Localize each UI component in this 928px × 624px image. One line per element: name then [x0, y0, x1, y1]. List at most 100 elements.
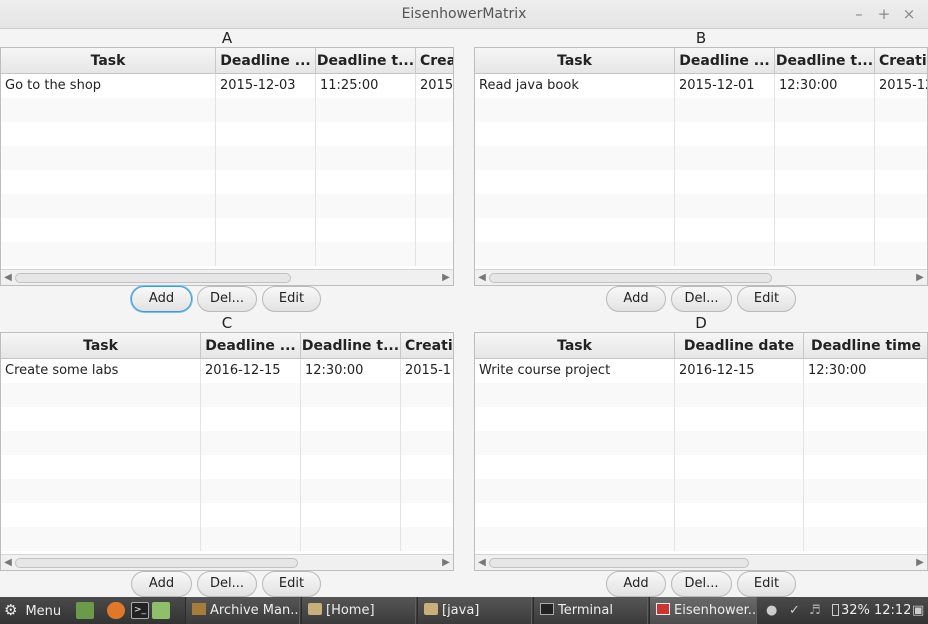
scroll-left-icon[interactable]: ◀ — [475, 555, 489, 570]
table-row-empty — [475, 194, 927, 218]
taskbar-window-home[interactable]: [Home] — [301, 597, 416, 624]
scroll-right-icon[interactable]: ▶ — [913, 555, 927, 570]
table-row-empty — [1, 122, 453, 146]
cell-creation: 2015-1 — [401, 359, 453, 383]
delete-button[interactable]: Del... — [671, 571, 732, 597]
scroll-right-icon[interactable]: ▶ — [913, 270, 927, 285]
table-row[interactable]: Write course project 2016-12-15 12:30:00 — [475, 359, 927, 383]
network-icon[interactable]: ✓ — [789, 597, 805, 624]
column-header-deadline-time[interactable]: Deadline t... — [775, 48, 875, 74]
table-row[interactable]: Go to the shop 2015-12-03 11:25:00 2015 — [1, 74, 453, 98]
scrollbar-thumb[interactable] — [489, 273, 772, 283]
column-header-creation[interactable]: Crea — [416, 48, 453, 74]
horizontal-scrollbar[interactable]: ◀ ▶ — [475, 269, 927, 285]
cell-task: Write course project — [475, 359, 675, 383]
column-header-deadline-time[interactable]: Deadline t... — [301, 333, 401, 359]
user-icon[interactable]: ● — [766, 597, 782, 624]
taskbar-window-archive-manager[interactable]: Archive Man... — [185, 597, 300, 624]
table-row-empty — [475, 479, 927, 503]
column-header-task[interactable]: Task — [475, 48, 675, 74]
scroll-left-icon[interactable]: ◀ — [475, 270, 489, 285]
table-body: Read java book 2015-12-01 12:30:00 2015-… — [475, 74, 927, 266]
column-header-deadline-time[interactable]: Deadline t... — [316, 48, 416, 74]
table-row-empty — [1, 194, 453, 218]
workspace-icon[interactable]: ▣ — [912, 597, 926, 624]
scrollbar-thumb[interactable] — [15, 273, 291, 283]
scroll-left-icon[interactable]: ◀ — [1, 555, 15, 570]
cell-task: Read java book — [475, 74, 675, 98]
taskbar-window-terminal[interactable]: Terminal — [533, 597, 648, 624]
table-row-empty — [1, 242, 453, 266]
table-row-empty — [1, 407, 453, 431]
cell-creation: 2015 — [416, 74, 453, 98]
cell-deadline-date: 2016-12-15 — [675, 359, 804, 383]
terminal-launcher-icon[interactable]: >_ — [131, 602, 149, 619]
minimize-button[interactable]: – — [850, 4, 868, 24]
column-header-creation[interactable]: Creatio — [401, 333, 453, 359]
add-button[interactable]: Add — [131, 571, 192, 597]
quadrant-c-table[interactable]: Task Deadline ... Deadline t... Creatio … — [0, 332, 454, 571]
delete-button[interactable]: Del... — [197, 286, 257, 312]
table-row[interactable]: Read java book 2015-12-01 12:30:00 2015-… — [475, 74, 927, 98]
scroll-left-icon[interactable]: ◀ — [1, 270, 15, 285]
add-button[interactable]: Add — [131, 286, 192, 312]
table-row-empty — [475, 503, 927, 527]
edit-button[interactable]: Edit — [262, 286, 321, 312]
edit-button[interactable]: Edit — [737, 571, 796, 597]
column-header-task[interactable]: Task — [475, 333, 675, 359]
horizontal-scrollbar[interactable]: ◀ ▶ — [1, 554, 453, 570]
add-button[interactable]: Add — [606, 571, 666, 597]
terminal-icon — [540, 603, 554, 615]
column-header-deadline-date[interactable]: Deadline ... — [675, 48, 775, 74]
folder-icon — [308, 603, 322, 615]
quadrant-d-table[interactable]: Task Deadline date Deadline time Write c… — [474, 332, 928, 571]
quadrant-b-label: B — [695, 29, 707, 47]
cell-deadline-time: 12:30:00 — [804, 359, 927, 383]
close-button[interactable]: × — [900, 4, 918, 24]
table-row-empty — [475, 383, 927, 407]
table-row-empty — [475, 218, 927, 242]
show-desktop-icon[interactable] — [76, 602, 94, 619]
table-row-empty — [475, 242, 927, 266]
cell-task: Create some labs — [1, 359, 201, 383]
scrollbar-thumb[interactable] — [489, 558, 749, 568]
add-button[interactable]: Add — [606, 286, 666, 312]
column-header-deadline-date[interactable]: Deadline ... — [216, 48, 316, 74]
volume-icon[interactable]: ♬ — [809, 597, 825, 624]
delete-button[interactable]: Del... — [197, 571, 257, 597]
cell-deadline-date: 2015-12-03 — [216, 74, 316, 98]
files-launcher-icon[interactable] — [152, 602, 170, 619]
quadrant-a-label: A — [221, 29, 233, 47]
delete-button[interactable]: Del... — [671, 286, 732, 312]
column-header-task[interactable]: Task — [1, 48, 216, 74]
scroll-right-icon[interactable]: ▶ — [439, 555, 453, 570]
cell-deadline-date: 2016-12-15 — [201, 359, 301, 383]
clock[interactable]: 12:12 — [874, 597, 910, 624]
maximize-button[interactable]: + — [875, 4, 893, 24]
column-header-creation[interactable]: Creatic — [875, 48, 927, 74]
quadrant-a-table[interactable]: Task Deadline ... Deadline t... Crea Go … — [0, 47, 454, 286]
java-app-icon — [656, 603, 670, 615]
firefox-icon[interactable] — [107, 602, 125, 619]
start-menu-button[interactable]: ⚙ Menu — [4, 597, 68, 624]
edit-button[interactable]: Edit — [737, 286, 796, 312]
table-header: Task Deadline ... Deadline t... Crea — [1, 48, 453, 74]
edit-button[interactable]: Edit — [262, 571, 321, 597]
column-header-deadline-date[interactable]: Deadline date — [675, 333, 804, 359]
battery-indicator[interactable]: 32% — [832, 597, 872, 624]
horizontal-scrollbar[interactable]: ◀ ▶ — [475, 554, 927, 570]
table-body: Write course project 2016-12-15 12:30:00 — [475, 359, 927, 551]
scrollbar-thumb[interactable] — [15, 558, 298, 568]
scroll-right-icon[interactable]: ▶ — [439, 270, 453, 285]
cell-deadline-time: 11:25:00 — [316, 74, 416, 98]
column-header-task[interactable]: Task — [1, 333, 201, 359]
window-titlebar: EisenhowerMatrix – + × — [0, 0, 928, 29]
taskbar: ⚙ Menu >_ Archive Man... [Home] [java] Te… — [0, 597, 928, 624]
horizontal-scrollbar[interactable]: ◀ ▶ — [1, 269, 453, 285]
table-row[interactable]: Create some labs 2016-12-15 12:30:00 201… — [1, 359, 453, 383]
taskbar-window-java[interactable]: [java] — [417, 597, 532, 624]
column-header-deadline-time[interactable]: Deadline time — [804, 333, 927, 359]
taskbar-window-eisenhower[interactable]: Eisenhower... — [649, 597, 757, 624]
quadrant-b-table[interactable]: Task Deadline ... Deadline t... Creatic … — [474, 47, 928, 286]
column-header-deadline-date[interactable]: Deadline ... — [201, 333, 301, 359]
